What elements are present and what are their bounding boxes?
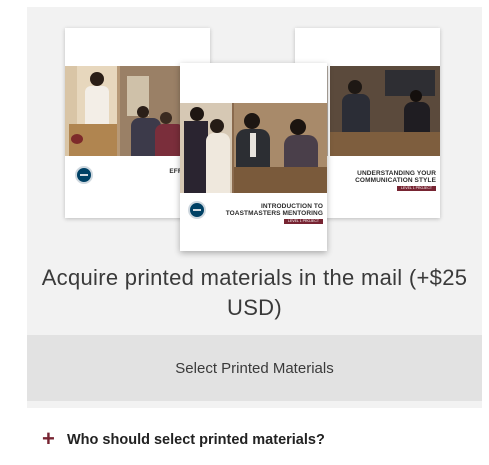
book-cover-photo <box>330 66 440 156</box>
faq-question[interactable]: Who should select printed materials? <box>67 430 325 450</box>
printed-materials-image: EFFECTIVE LANG LEVEL UNDERSTANDING YOUR … <box>27 7 482 262</box>
select-printed-materials-button[interactable]: Select Printed Materials <box>27 335 482 401</box>
expand-plus-icon[interactable]: + <box>42 428 55 450</box>
book-cover-photo <box>180 103 327 193</box>
faq-item-who-should-select[interactable]: + Who should select printed materials? <box>27 408 482 465</box>
book-title: UNDERSTANDING YOUR COMMUNICATION STYLE <box>355 170 436 184</box>
printed-materials-card: EFFECTIVE LANG LEVEL UNDERSTANDING YOUR … <box>27 7 482 465</box>
option-heading: Acquire printed materials in the mail (+… <box>41 265 468 320</box>
book-level-bar: LEVEL 1 PROJECT <box>284 219 323 224</box>
book-title: INTRODUCTION TO TOASTMASTERS MENTORING <box>225 203 323 217</box>
book-introduction-to-mentoring: INTRODUCTION TO TOASTMASTERS MENTORING L… <box>180 63 327 251</box>
toastmasters-logo <box>75 166 93 184</box>
toastmasters-logo <box>188 201 206 219</box>
book-level-bar: LEVEL 1 PROJECT <box>397 186 436 191</box>
